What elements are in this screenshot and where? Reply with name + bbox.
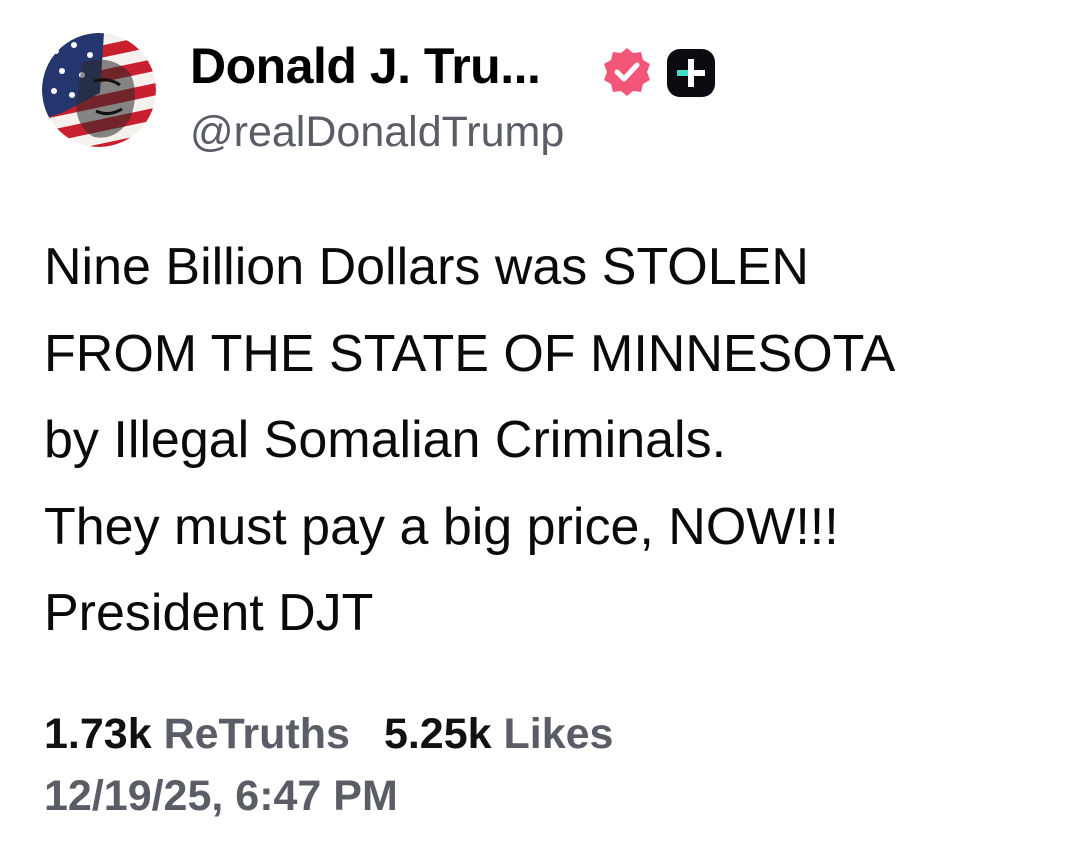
truth-plus-icon (664, 46, 718, 100)
likes-count: 5.25k (383, 710, 492, 758)
retruths-count: 1.73k (44, 710, 152, 758)
retruths-label: ReTruths (163, 710, 350, 758)
likes-stat[interactable]: 5.25k Likes (384, 710, 614, 758)
author-avatar[interactable] (42, 33, 156, 147)
post-text: Nine Billion Dollars was STOLEN FROM THE… (44, 224, 1064, 657)
post-text-line: FROM THE STATE OF MINNESOTA (44, 324, 896, 383)
retruths-stat[interactable]: 1.73k ReTruths (44, 710, 350, 758)
post-stats: 1.73k ReTruths 5.25k Likes (44, 708, 613, 760)
likes-label: Likes (503, 710, 614, 758)
flag-portrait-avatar (42, 33, 156, 147)
post-text-line: President DJT (44, 584, 374, 642)
post-text-line: by Illegal Somalian Criminals. (44, 411, 727, 469)
truth-post: Donald J. Tru... @realDonaldTrump Nine B… (0, 0, 1079, 844)
post-text-line: Nine Billion Dollars was STOLEN (44, 238, 809, 296)
author-display-name[interactable]: Donald J. Tru... (190, 36, 541, 96)
author-handle[interactable]: @realDonaldTrump (190, 106, 564, 158)
post-timestamp[interactable]: 12/19/25, 6:47 PM (44, 770, 398, 822)
verified-badge-icon (600, 46, 654, 100)
post-text-line: They must pay a big price, NOW!!! (44, 497, 839, 556)
